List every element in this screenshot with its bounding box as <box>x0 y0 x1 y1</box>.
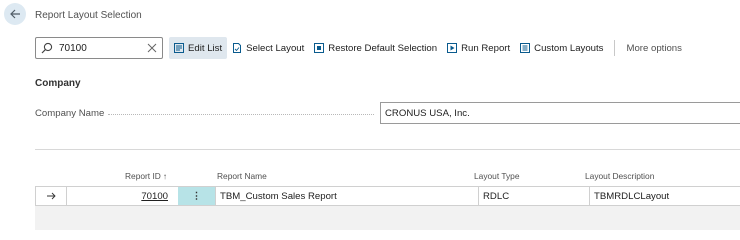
restore-icon <box>314 43 325 53</box>
select-layout-button[interactable]: Select Layout <box>227 37 309 59</box>
restore-default-button[interactable]: Restore Default Selection <box>309 37 442 59</box>
column-header-report-id[interactable]: Report ID ↑ <box>125 171 167 181</box>
custom-layouts-icon <box>520 43 531 53</box>
edit-list-button[interactable]: Edit List <box>169 37 228 59</box>
column-header-layout-type[interactable]: Layout Type <box>474 171 519 181</box>
custom-layouts-button[interactable]: Custom Layouts <box>515 37 608 59</box>
sort-ascending-icon: ↑ <box>162 171 168 181</box>
row-menu-icon[interactable]: ⋮ <box>178 187 215 205</box>
run-report-button[interactable]: Run Report <box>442 37 515 59</box>
report-id-link[interactable]: 70100 <box>141 191 168 202</box>
section-divider <box>35 149 740 150</box>
report-name-cell[interactable]: TBM_Custom Sales Report <box>215 187 478 205</box>
company-name-field[interactable]: CRONUS USA, Inc. <box>380 102 740 124</box>
run-report-label: Run Report <box>461 42 511 54</box>
action-bar: 70100 Edit List Select Layout Restore De… <box>35 37 740 59</box>
field-leader-dots <box>108 114 374 115</box>
edit-list-icon <box>174 43 184 53</box>
clear-icon[interactable] <box>147 43 157 53</box>
back-arrow-icon <box>10 9 20 19</box>
column-header-layout-description[interactable]: Layout Description <box>585 171 654 181</box>
report-id-cell[interactable]: 70100 <box>66 187 178 205</box>
search-icon <box>41 42 53 54</box>
row-selector[interactable] <box>35 187 66 205</box>
select-layout-label: Select Layout <box>246 42 305 54</box>
custom-layouts-label: Custom Layouts <box>534 42 604 54</box>
layout-description-cell[interactable]: TBMRDLCLayout <box>589 187 740 205</box>
layout-type-cell[interactable]: RDLC <box>478 187 589 205</box>
page-title: Report Layout Selection <box>35 10 142 21</box>
search-input[interactable]: 70100 <box>59 43 147 54</box>
run-report-icon <box>447 43 458 53</box>
company-section-title: Company <box>35 78 81 89</box>
company-name-label: Company Name <box>35 108 105 119</box>
row-arrow-icon <box>47 192 56 200</box>
edit-list-label: Edit List <box>188 42 223 54</box>
select-layout-icon <box>233 43 242 53</box>
report-id-header-label: Report ID <box>125 171 161 181</box>
table-row[interactable]: 70100 ⋮ TBM_Custom Sales Report RDLC TBM… <box>35 186 740 206</box>
report-layout-selection-page: Report Layout Selection 70100 Edit List <box>0 0 740 230</box>
column-header-report-name[interactable]: Report Name <box>217 171 267 181</box>
search-box[interactable]: 70100 <box>35 37 163 59</box>
action-divider <box>614 40 616 56</box>
restore-default-label: Restore Default Selection <box>328 42 438 54</box>
more-options-button[interactable]: More options <box>621 37 686 59</box>
back-button[interactable] <box>4 3 26 25</box>
